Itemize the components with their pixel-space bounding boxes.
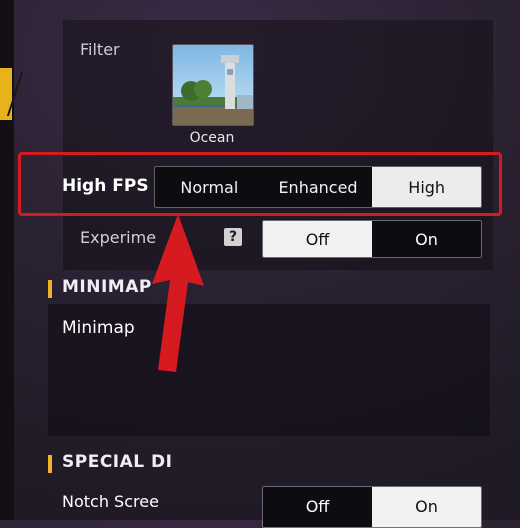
red-highlight-box — [18, 152, 502, 216]
filter-thumbnail-label: Ocean — [189, 130, 235, 146]
experimental-on-button[interactable]: On — [372, 221, 481, 257]
notch-screen-label: Notch Scree — [62, 492, 159, 511]
minimap-section-title: MINIMAP — [62, 277, 152, 297]
notch-off-button[interactable]: Off — [263, 487, 372, 527]
red-arrow-icon — [152, 214, 204, 372]
notch-on-button[interactable]: On — [372, 487, 481, 527]
minimap-label: Minimap — [62, 318, 135, 338]
filter-label: Filter — [80, 40, 120, 59]
special-section-accent — [48, 455, 52, 473]
special-section-title: SPECIAL DI — [62, 452, 173, 472]
experimental-off-button[interactable]: Off — [263, 221, 372, 257]
notch-screen-toggle: Off On — [262, 486, 482, 528]
ocean-preview-image — [173, 45, 253, 125]
experimental-label: Experime — [80, 228, 157, 247]
minimap-section-accent — [48, 280, 52, 298]
experimental-toggle: Off On — [262, 220, 482, 258]
filter-ocean-thumbnail[interactable] — [172, 44, 254, 126]
